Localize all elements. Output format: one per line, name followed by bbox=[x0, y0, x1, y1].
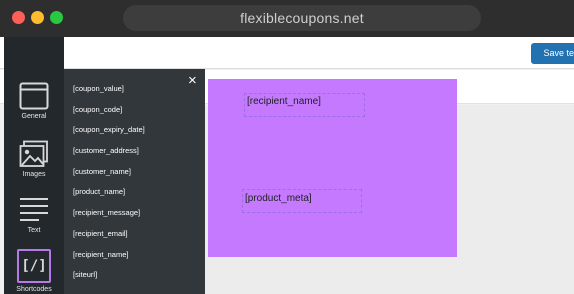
sidebar-item-shortcodes[interactable]: [/] Shortcodes bbox=[4, 249, 64, 293]
sidebar-item-images[interactable]: Images bbox=[4, 140, 64, 178]
shortcode-icon: [/] bbox=[17, 249, 51, 283]
text-lines-icon bbox=[20, 198, 48, 221]
save-template-button[interactable]: Save temp bbox=[531, 43, 574, 64]
maximize-window-button[interactable] bbox=[50, 11, 63, 24]
shortcode-item[interactable]: [siteurl] bbox=[73, 270, 97, 279]
shortcode-item[interactable]: [customer_address] bbox=[73, 146, 139, 155]
sidebar-item-label: Shortcodes bbox=[16, 286, 52, 293]
browser-titlebar: flexiblecoupons.net bbox=[0, 0, 574, 37]
coupon-canvas[interactable]: [recipient_name] [product_meta] bbox=[208, 79, 457, 257]
editor-topbar: Save temp bbox=[0, 37, 574, 69]
shortcode-item[interactable]: [coupon_code] bbox=[73, 105, 122, 114]
shortcode-item[interactable]: [recipient_email] bbox=[73, 229, 128, 238]
address-bar[interactable]: flexiblecoupons.net bbox=[123, 5, 481, 31]
shortcode-item[interactable]: [product_name] bbox=[73, 187, 125, 196]
shortcode-item[interactable]: [recipient_name] bbox=[73, 250, 128, 259]
sidebar-item-label: General bbox=[21, 113, 47, 120]
shortcodes-panel: × [coupon_value] [coupon_code] [coupon_e… bbox=[64, 69, 205, 294]
sidebar-item-text[interactable]: Text bbox=[4, 196, 64, 234]
product-meta-field[interactable]: [product_meta] bbox=[242, 189, 362, 213]
close-icon[interactable]: × bbox=[188, 73, 197, 88]
shortcode-item[interactable]: [coupon_value] bbox=[73, 84, 124, 93]
minimize-window-button[interactable] bbox=[31, 11, 44, 24]
image-icon bbox=[19, 140, 48, 167]
sidebar-item-label: Images bbox=[22, 171, 46, 178]
close-window-button[interactable] bbox=[12, 11, 25, 24]
shortcode-item[interactable]: [recipient_message] bbox=[73, 208, 140, 217]
window-icon bbox=[19, 82, 49, 110]
shortcode-item[interactable]: [customer_name] bbox=[73, 167, 131, 176]
recipient-name-field[interactable]: [recipient_name] bbox=[244, 93, 365, 117]
sidebar-item-general[interactable]: General bbox=[4, 82, 64, 120]
shortcode-item[interactable]: [coupon_expiry_date] bbox=[73, 125, 145, 134]
editor-sidebar: General Images Text [/] Shortcodes bbox=[4, 37, 64, 294]
sidebar-item-label: Text bbox=[27, 227, 41, 234]
